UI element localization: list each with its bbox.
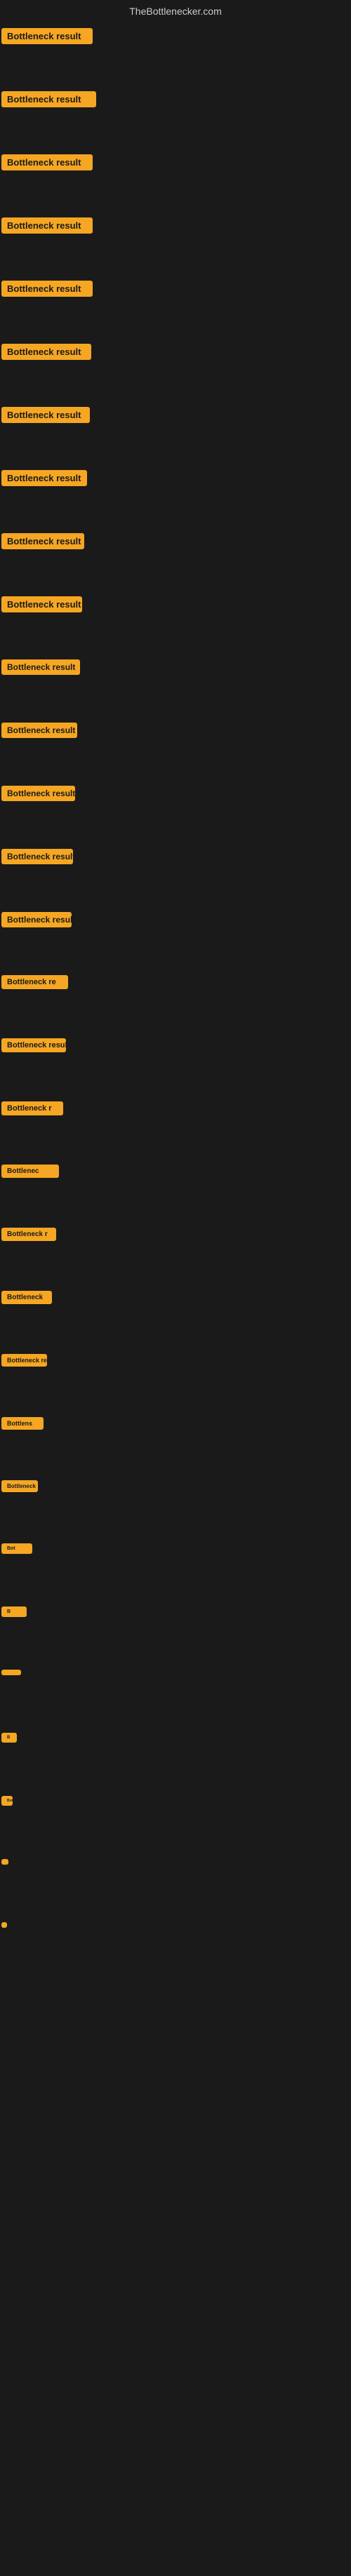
bottleneck-badge[interactable]: Bottleneck result xyxy=(1,28,93,44)
bottleneck-list: Bottleneck result Bottleneck result Bottle… xyxy=(0,22,351,1980)
bottleneck-badge[interactable]: Bottleneck re xyxy=(1,975,68,989)
list-item: Bottleneck result xyxy=(0,338,351,401)
bottom-section xyxy=(0,2225,351,2576)
list-item: Bottleneck res xyxy=(0,1348,351,1411)
bottleneck-badge[interactable]: Bottleneck result xyxy=(1,786,75,801)
bottleneck-badge[interactable]: Bottleneck res xyxy=(1,1354,47,1367)
list-item: Bottleneck result xyxy=(0,149,351,212)
list-item: Bottleneck result xyxy=(0,401,351,464)
bottleneck-badge[interactable]: Bottleneck result xyxy=(1,912,72,927)
bottleneck-badge[interactable]: Bottleneck result xyxy=(1,217,93,234)
bottleneck-badge[interactable]: Bottleneck result xyxy=(1,407,90,423)
bottleneck-badge[interactable]: Bottleneck result xyxy=(1,723,77,738)
bottleneck-badge[interactable]: B xyxy=(1,1733,17,1743)
list-item: Bottleneck result xyxy=(0,780,351,843)
bottleneck-badge[interactable]: Bottleneck r xyxy=(1,1228,56,1241)
list-item: Bottleneck result xyxy=(0,464,351,528)
bottleneck-badge[interactable]: Bottleneck result xyxy=(1,849,73,864)
bottleneck-badge[interactable]: Bottleneck result xyxy=(1,154,93,170)
list-item: Bottleneck result xyxy=(0,275,351,338)
list-item: Bottleneck xyxy=(0,1285,351,1348)
list-item: Bot xyxy=(0,1538,351,1601)
list-item: Bottleneck result xyxy=(0,86,351,149)
site-title: TheBottlenecker.com xyxy=(129,6,222,17)
list-item xyxy=(0,1917,351,1980)
bottleneck-badge[interactable]: Bottleneck result xyxy=(1,596,82,612)
list-item: Bottlenec xyxy=(0,1159,351,1222)
list-item: Bottleneck result xyxy=(0,22,351,86)
bottleneck-badge[interactable]: B xyxy=(1,1606,27,1617)
list-item: Bottleneck result xyxy=(0,212,351,275)
bottleneck-badge[interactable]: Bottleneck result xyxy=(1,659,80,675)
list-item: Bottleneck re xyxy=(0,970,351,1033)
bottleneck-badge[interactable]: Bottleneck result xyxy=(1,470,87,486)
bottleneck-badge[interactable]: Bottlens xyxy=(1,1417,44,1430)
list-item xyxy=(0,1853,351,1917)
bottleneck-badge[interactable]: Bottleneck r xyxy=(1,1101,63,1115)
list-item: Bott xyxy=(0,1790,351,1853)
bottleneck-badge[interactable]: Bot xyxy=(1,1543,32,1554)
bottleneck-badge[interactable] xyxy=(1,1670,21,1675)
list-item xyxy=(0,1664,351,1727)
list-item: Bottleneck result xyxy=(0,654,351,717)
list-item: Bottlens xyxy=(0,1411,351,1475)
bottleneck-badge[interactable]: Bottleneck result xyxy=(1,344,91,360)
list-item: Bottleneck r xyxy=(0,1096,351,1159)
list-item: B xyxy=(0,1727,351,1790)
list-item: B xyxy=(0,1601,351,1664)
page-header: TheBottlenecker.com xyxy=(0,0,351,22)
list-item: Bottleneck r xyxy=(0,1222,351,1285)
list-item: Bottleneck result xyxy=(0,1033,351,1096)
bottleneck-badge[interactable] xyxy=(1,1859,8,1865)
bottleneck-badge[interactable]: Bottleneck xyxy=(1,1480,38,1492)
bottleneck-badge[interactable]: Bottleneck result xyxy=(1,281,93,297)
bottleneck-badge[interactable] xyxy=(1,1922,7,1928)
bottleneck-badge[interactable]: Bottleneck result xyxy=(1,91,96,107)
bottleneck-badge[interactable]: Bottleneck xyxy=(1,1291,52,1304)
list-item: Bottleneck result xyxy=(0,591,351,654)
empty-section xyxy=(0,1980,351,2225)
list-item: Bottleneck result xyxy=(0,528,351,591)
bottleneck-badge[interactable]: Bottlenec xyxy=(1,1165,59,1178)
list-item: Bottleneck result xyxy=(0,717,351,780)
list-item: Bottleneck result xyxy=(0,906,351,970)
list-item: Bottleneck result xyxy=(0,843,351,906)
list-item: Bottleneck xyxy=(0,1475,351,1538)
bottleneck-badge[interactable]: Bottleneck result xyxy=(1,1038,66,1052)
bottleneck-badge[interactable]: Bottleneck result xyxy=(1,533,84,549)
bottleneck-badge[interactable]: Bott xyxy=(1,1796,13,1806)
